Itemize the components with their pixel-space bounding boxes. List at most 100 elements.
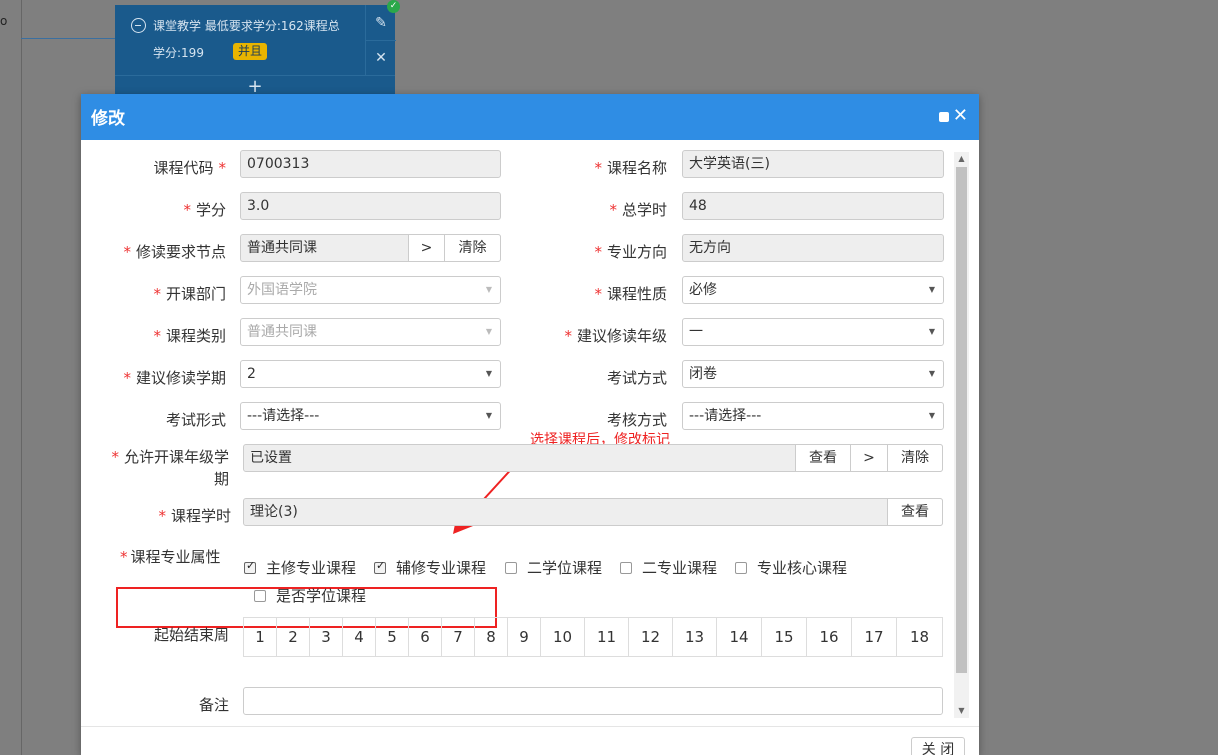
course-name-field[interactable]: 大学英语(三) [682, 150, 944, 178]
total-hours-field[interactable]: 48 [682, 192, 944, 220]
course-code-field[interactable]: 0700313 [240, 150, 501, 178]
week-cell[interactable]: 2 [277, 618, 310, 656]
week-cell[interactable]: 17 [852, 618, 897, 656]
chevron-down-icon: ▼ [485, 411, 492, 420]
dialog-header: 修改 ✕ [81, 94, 979, 140]
card-summary-line2: 学分:199 [153, 46, 204, 60]
allowed-terms-view-button[interactable]: 查看 [795, 444, 851, 472]
attr-major-checkbox[interactable]: 主修专业课程 [244, 557, 356, 578]
attr-degree-checkbox[interactable]: 是否学位课程 [254, 585, 366, 606]
background-divider [21, 0, 22, 755]
maximize-icon[interactable] [939, 112, 949, 122]
term-select[interactable]: 2 ▼ [240, 360, 501, 388]
card-summary-line1: 课堂教学 最低要求学分:162课程总 [153, 19, 340, 33]
grade-select[interactable]: 一 ▼ [682, 318, 944, 346]
dialog-scrollbar[interactable]: ▲ ▼ [954, 152, 969, 718]
add-child-button[interactable]: + [115, 75, 395, 97]
exam-form-select[interactable]: ---请选择--- ▼ [240, 402, 501, 430]
allowed-terms-field: 已设置 查看 > 清除 [243, 444, 943, 472]
node-clear-button[interactable]: 清除 [444, 234, 501, 262]
node-field: 普通共同课 > 清除 [240, 234, 501, 262]
checkbox-icon[interactable] [505, 562, 517, 574]
week-cell[interactable]: 15 [762, 618, 807, 656]
checkbox-icon[interactable] [254, 590, 266, 602]
week-cell[interactable]: 18 [897, 618, 942, 656]
week-cell[interactable]: 4 [343, 618, 376, 656]
direction-field[interactable]: 无方向 [682, 234, 944, 262]
course-hours-label: * 课程学时 [158, 507, 231, 525]
allowed-terms-clear-button[interactable]: 清除 [887, 444, 943, 472]
credit-field[interactable]: 3.0 [240, 192, 501, 220]
week-cell[interactable]: 3 [310, 618, 343, 656]
remark-label: 备注 [198, 696, 229, 714]
assess-mode-select[interactable]: ---请选择--- ▼ [682, 402, 944, 430]
dialog-footer: 关 闭 [81, 726, 979, 755]
logic-badge: 并且 [233, 43, 268, 60]
direction-label: * 专业方向 [594, 243, 667, 261]
background-connector-line [21, 38, 116, 39]
chevron-down-icon: ▼ [485, 285, 492, 294]
total-hours-label: * 总学时 [609, 201, 667, 219]
category-select[interactable]: 普通共同课 ▼ [240, 318, 501, 346]
checkbox-icon[interactable] [374, 559, 386, 574]
attr-core-checkbox[interactable]: 专业核心课程 [735, 557, 847, 578]
collapse-icon[interactable] [131, 18, 146, 33]
remark-input[interactable] [243, 687, 943, 715]
department-select[interactable]: 外国语学院 ▼ [240, 276, 501, 304]
week-cell[interactable]: 7 [442, 618, 475, 656]
close-button[interactable]: 关 闭 [911, 737, 965, 755]
checkbox-icon[interactable] [620, 562, 632, 574]
week-cell[interactable]: 14 [717, 618, 762, 656]
scroll-up-icon[interactable]: ▲ [954, 152, 969, 166]
background-course-node-card[interactable]: 课堂教学 最低要求学分:162课程总 学分:199 并且 ✎ ✕ + [115, 5, 396, 97]
course-hours-view-button[interactable]: 查看 [887, 498, 943, 526]
week-cell[interactable]: 5 [376, 618, 409, 656]
checkbox-icon[interactable] [735, 562, 747, 574]
term-label: * 建议修读学期 [123, 369, 226, 387]
weeks-label: 起始结束周 [153, 626, 229, 644]
node-select-button[interactable]: > [408, 234, 445, 262]
assess-mode-label: 考核方式 [606, 411, 667, 429]
department-label: * 开课部门 [153, 285, 226, 303]
category-label: * 课程类别 [153, 327, 226, 345]
allowed-terms-value: 已设置 [250, 450, 292, 466]
dialog-body: 课程代码 * 0700313 * 课程名称 大学英语(三) * 学分 3.0 * 总学时… [81, 140, 979, 726]
chevron-down-icon: ▼ [928, 369, 935, 378]
credit-label: * 学分 [183, 201, 226, 219]
week-cell[interactable]: 11 [585, 618, 629, 656]
week-cell[interactable]: 6 [409, 618, 442, 656]
week-selector: 1 2 3 4 5 6 7 8 9 10 11 12 13 14 15 16 17 18 [243, 617, 943, 657]
background-dot: o [0, 14, 8, 28]
scroll-down-icon[interactable]: ▼ [954, 704, 969, 718]
allowed-terms-label: * 允许开课年级学期 [111, 448, 229, 488]
nature-select[interactable]: 必修 ▼ [682, 276, 944, 304]
card-actions: ✎ ✕ [365, 5, 396, 75]
attr-second-major-checkbox[interactable]: 二专业课程 [620, 557, 717, 578]
checkbox-icon[interactable] [244, 559, 256, 574]
week-cell[interactable]: 8 [475, 618, 508, 656]
exam-form-label: 考试形式 [165, 411, 226, 429]
attr-minor-checkbox[interactable]: 辅修专业课程 [374, 557, 486, 578]
dialog-title: 修改 [91, 109, 125, 129]
course-code-label: 课程代码 * [153, 159, 226, 177]
course-hours-field: 理论(3) 查看 [243, 498, 943, 526]
close-icon[interactable]: ✕ [953, 106, 968, 126]
week-cell[interactable]: 13 [673, 618, 717, 656]
week-cell[interactable]: 16 [807, 618, 852, 656]
delete-icon[interactable]: ✕ [366, 40, 396, 75]
chevron-down-icon: ▼ [928, 327, 935, 336]
edit-course-dialog: 修改 ✕ 课程代码 * 0700313 * 课程名称 大学英语(三) * 学分 3.0… [81, 94, 979, 755]
week-cell[interactable]: 10 [541, 618, 585, 656]
week-cell[interactable]: 12 [629, 618, 673, 656]
node-label: * 修读要求节点 [123, 243, 226, 261]
allowed-terms-select-button[interactable]: > [850, 444, 888, 472]
chevron-down-icon: ▼ [485, 327, 492, 336]
exam-mode-select[interactable]: 闭卷 ▼ [682, 360, 944, 388]
chevron-down-icon: ▼ [928, 411, 935, 420]
attr-second-degree-checkbox[interactable]: 二学位课程 [505, 557, 602, 578]
scrollbar-thumb[interactable] [956, 167, 967, 673]
card-content: 课堂教学 最低要求学分:162课程总 学分:199 并且 [115, 5, 365, 75]
week-cell[interactable]: 9 [508, 618, 541, 656]
check-icon: ✓ [387, 0, 400, 13]
week-cell[interactable]: 1 [244, 618, 277, 656]
